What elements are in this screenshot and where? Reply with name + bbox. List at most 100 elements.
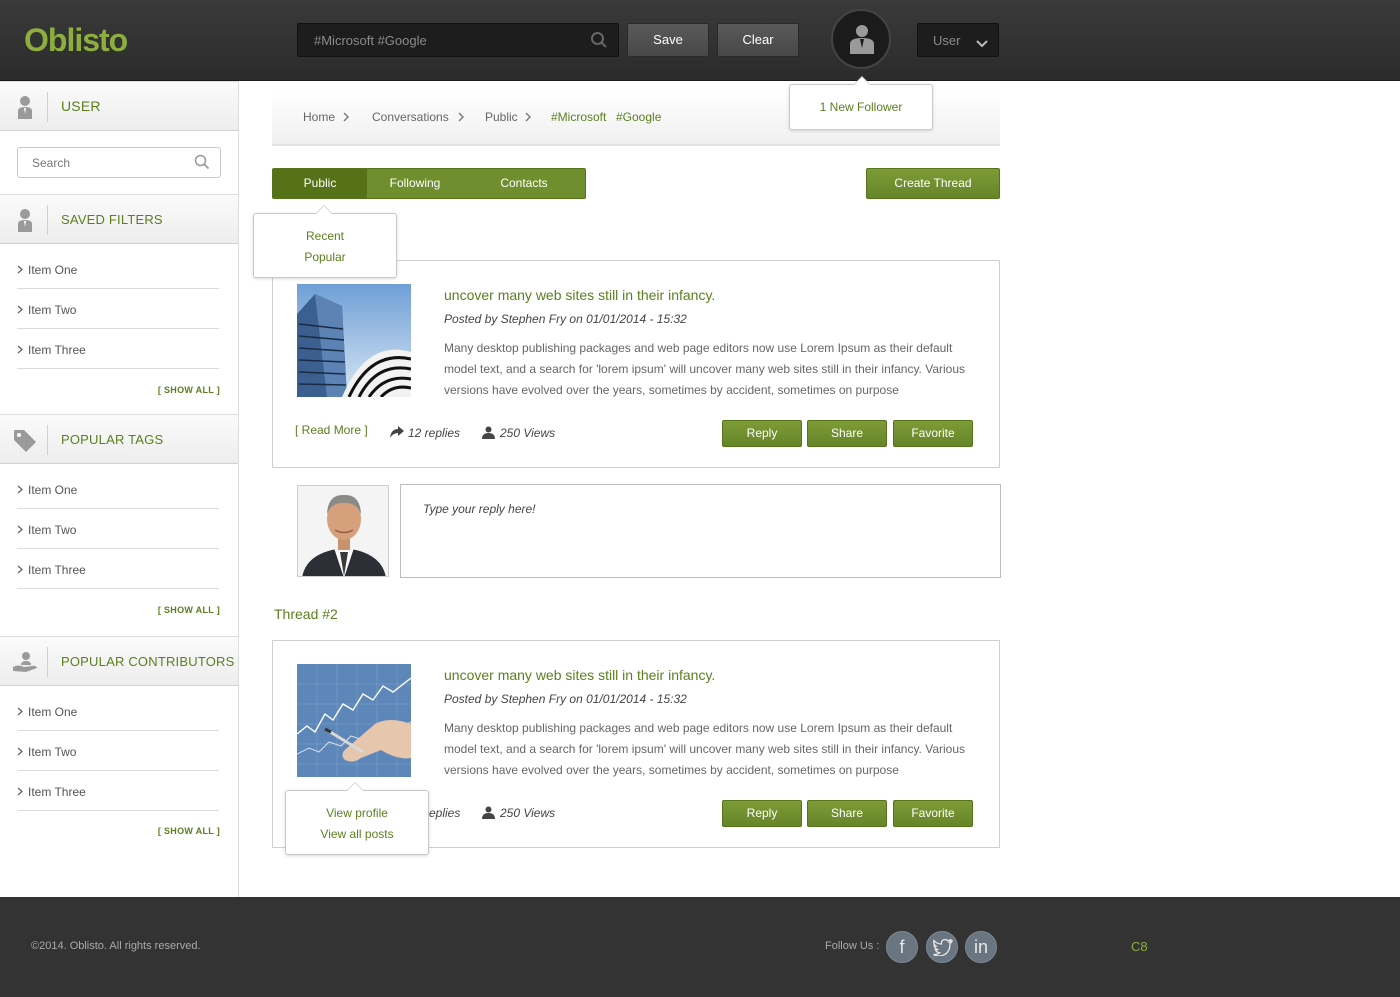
user-dropdown-label: User	[933, 33, 961, 48]
chevron-right-icon	[17, 343, 23, 357]
reply-user-avatar[interactable]	[297, 485, 389, 577]
thread-views-count: 250 Views	[500, 806, 556, 820]
saved-filters-title: SAVED FILTERS	[61, 212, 163, 227]
saved-filter-item[interactable]: Item Three	[17, 329, 219, 369]
tab-contacts[interactable]: Contacts	[469, 169, 579, 198]
view-profile-link[interactable]: View profile	[286, 806, 428, 820]
sidebar-user-header: USER	[0, 81, 238, 131]
chevron-right-icon	[17, 785, 23, 799]
popular-tag-item[interactable]: Item Three	[17, 549, 219, 589]
saved-filter-item[interactable]: Item Two	[17, 289, 219, 329]
contributor-hand-icon	[12, 650, 38, 674]
thread-card: uncover many web sites still in their in…	[272, 260, 1000, 468]
sidebar-popular-tags-header[interactable]: POPULAR TAGS	[0, 414, 238, 464]
sidebar: USER Search SAVED FILTERS Item One Item …	[0, 81, 239, 897]
popular-contributor-item[interactable]: Item One	[17, 691, 219, 731]
tag-icon	[12, 428, 38, 452]
thread-title[interactable]: uncover many web sites still in their in…	[444, 287, 715, 303]
popular-contributor-label: Item Three	[28, 785, 86, 799]
reply-arrow-icon	[390, 426, 404, 438]
breadcrumb-home[interactable]: Home	[303, 110, 335, 124]
footer-code: C8	[1131, 939, 1148, 954]
user-avatar-button[interactable]	[831, 9, 891, 69]
save-button[interactable]: Save	[627, 23, 709, 57]
popular-tag-item[interactable]: Item Two	[17, 509, 219, 549]
popular-tag-label: Item Three	[28, 563, 86, 577]
user-icon	[12, 208, 38, 232]
thread-meta: Posted by Stephen Fry on 01/01/2014 - 15…	[444, 312, 687, 326]
popular-tag-label: Item Two	[28, 523, 77, 537]
saved-filter-label: Item One	[28, 263, 78, 277]
breadcrumb-tag-google[interactable]: #Google	[616, 110, 661, 124]
favorite-button[interactable]: Favorite	[893, 800, 973, 827]
sidebar-saved-filters-header[interactable]: SAVED FILTERS	[0, 194, 238, 244]
tab-following[interactable]: Following	[371, 169, 459, 198]
view-all-posts-link[interactable]: View all posts	[286, 827, 428, 841]
share-button[interactable]: Share	[807, 420, 887, 447]
chevron-right-icon	[343, 111, 349, 125]
thread-thumbnail-chart[interactable]	[297, 664, 411, 777]
create-thread-button[interactable]: Create Thread	[866, 168, 1000, 199]
popular-tags-show-all[interactable]: [ SHOW ALL ]	[158, 605, 220, 615]
thread-body: Many desktop publishing packages and web…	[444, 341, 966, 397]
share-button[interactable]: Share	[807, 800, 887, 827]
sort-option-recent[interactable]: Recent	[254, 229, 396, 243]
author-profile-menu: View profile View all posts	[285, 782, 429, 855]
popular-tag-item[interactable]: Item One	[17, 469, 219, 509]
chevron-right-icon	[17, 483, 23, 497]
thread-views: 250 Views	[482, 806, 556, 820]
chevron-down-icon	[976, 36, 988, 51]
breadcrumb-public[interactable]: Public	[485, 110, 518, 124]
thread-meta: Posted by Stephen Fry on 01/01/2014 - 15…	[444, 692, 687, 706]
sort-dropdown-menu: Recent Popular	[253, 205, 397, 278]
chevron-right-icon	[17, 745, 23, 759]
clear-button[interactable]: Clear	[717, 23, 799, 57]
sidebar-search-input[interactable]: Search	[17, 147, 221, 178]
new-follower-notification[interactable]: 1 New Follower	[789, 76, 933, 130]
thread-replies: 12 replies	[390, 426, 461, 440]
popular-tags-title: POPULAR TAGS	[61, 432, 164, 447]
reply-textarea[interactable]: Type your reply here!	[400, 484, 1001, 578]
thread-replies-count: eplies	[429, 806, 461, 820]
chevron-right-icon	[17, 263, 23, 277]
sort-option-popular[interactable]: Popular	[254, 250, 396, 264]
popular-contributor-label: Item Two	[28, 745, 77, 759]
breadcrumb-tag-microsoft[interactable]: #Microsoft	[551, 110, 606, 124]
reply-button[interactable]: Reply	[722, 420, 802, 447]
thread-thumbnail-building[interactable]	[297, 284, 411, 397]
popular-contributors-show-all[interactable]: [ SHOW ALL ]	[158, 826, 220, 836]
user-icon	[12, 95, 38, 119]
read-more-link[interactable]: [ Read More ]	[295, 423, 368, 437]
user-dropdown[interactable]: User	[917, 23, 999, 57]
sidebar-search-placeholder: Search	[32, 156, 71, 170]
chevron-right-icon	[458, 111, 464, 125]
popular-contributor-item[interactable]: Item Three	[17, 771, 219, 811]
top-search-input[interactable]: #Microsoft #Google	[297, 23, 619, 57]
chevron-right-icon	[17, 303, 23, 317]
reply-button[interactable]: Reply	[722, 800, 802, 827]
thread-views: 250 Views	[482, 426, 555, 440]
linkedin-icon[interactable]: in	[965, 931, 997, 963]
favorite-button[interactable]: Favorite	[893, 420, 973, 447]
sidebar-popular-contributors-header[interactable]: POPULAR CONTRIBUTORS	[0, 636, 238, 686]
breadcrumb-conversations[interactable]: Conversations	[372, 110, 449, 124]
popular-tag-label: Item One	[28, 483, 78, 497]
popular-contributor-item[interactable]: Item Two	[17, 731, 219, 771]
footer: ©2014. Oblisto. All rights reserved. Fol…	[0, 897, 1400, 997]
thread-title[interactable]: uncover many web sites still in their in…	[444, 667, 715, 683]
logo[interactable]: Oblisto	[24, 22, 128, 59]
saved-filter-item[interactable]: Item One	[17, 249, 219, 289]
saved-filters-show-all[interactable]: [ SHOW ALL ]	[158, 385, 220, 395]
search-icon[interactable]	[590, 31, 608, 52]
sidebar-user-title: USER	[61, 98, 101, 114]
search-icon[interactable]	[194, 154, 210, 173]
saved-filter-label: Item Two	[28, 303, 77, 317]
facebook-icon[interactable]: f	[886, 931, 918, 963]
twitter-icon[interactable]	[926, 931, 958, 963]
user-icon	[482, 426, 495, 439]
thread-replies-count: 12 replies	[408, 426, 461, 440]
top-header: Oblisto #Microsoft #Google Save Clear Us…	[0, 0, 1400, 81]
chevron-right-icon	[17, 563, 23, 577]
tab-public[interactable]: Public	[273, 169, 367, 198]
top-search-value: #Microsoft #Google	[314, 33, 427, 48]
